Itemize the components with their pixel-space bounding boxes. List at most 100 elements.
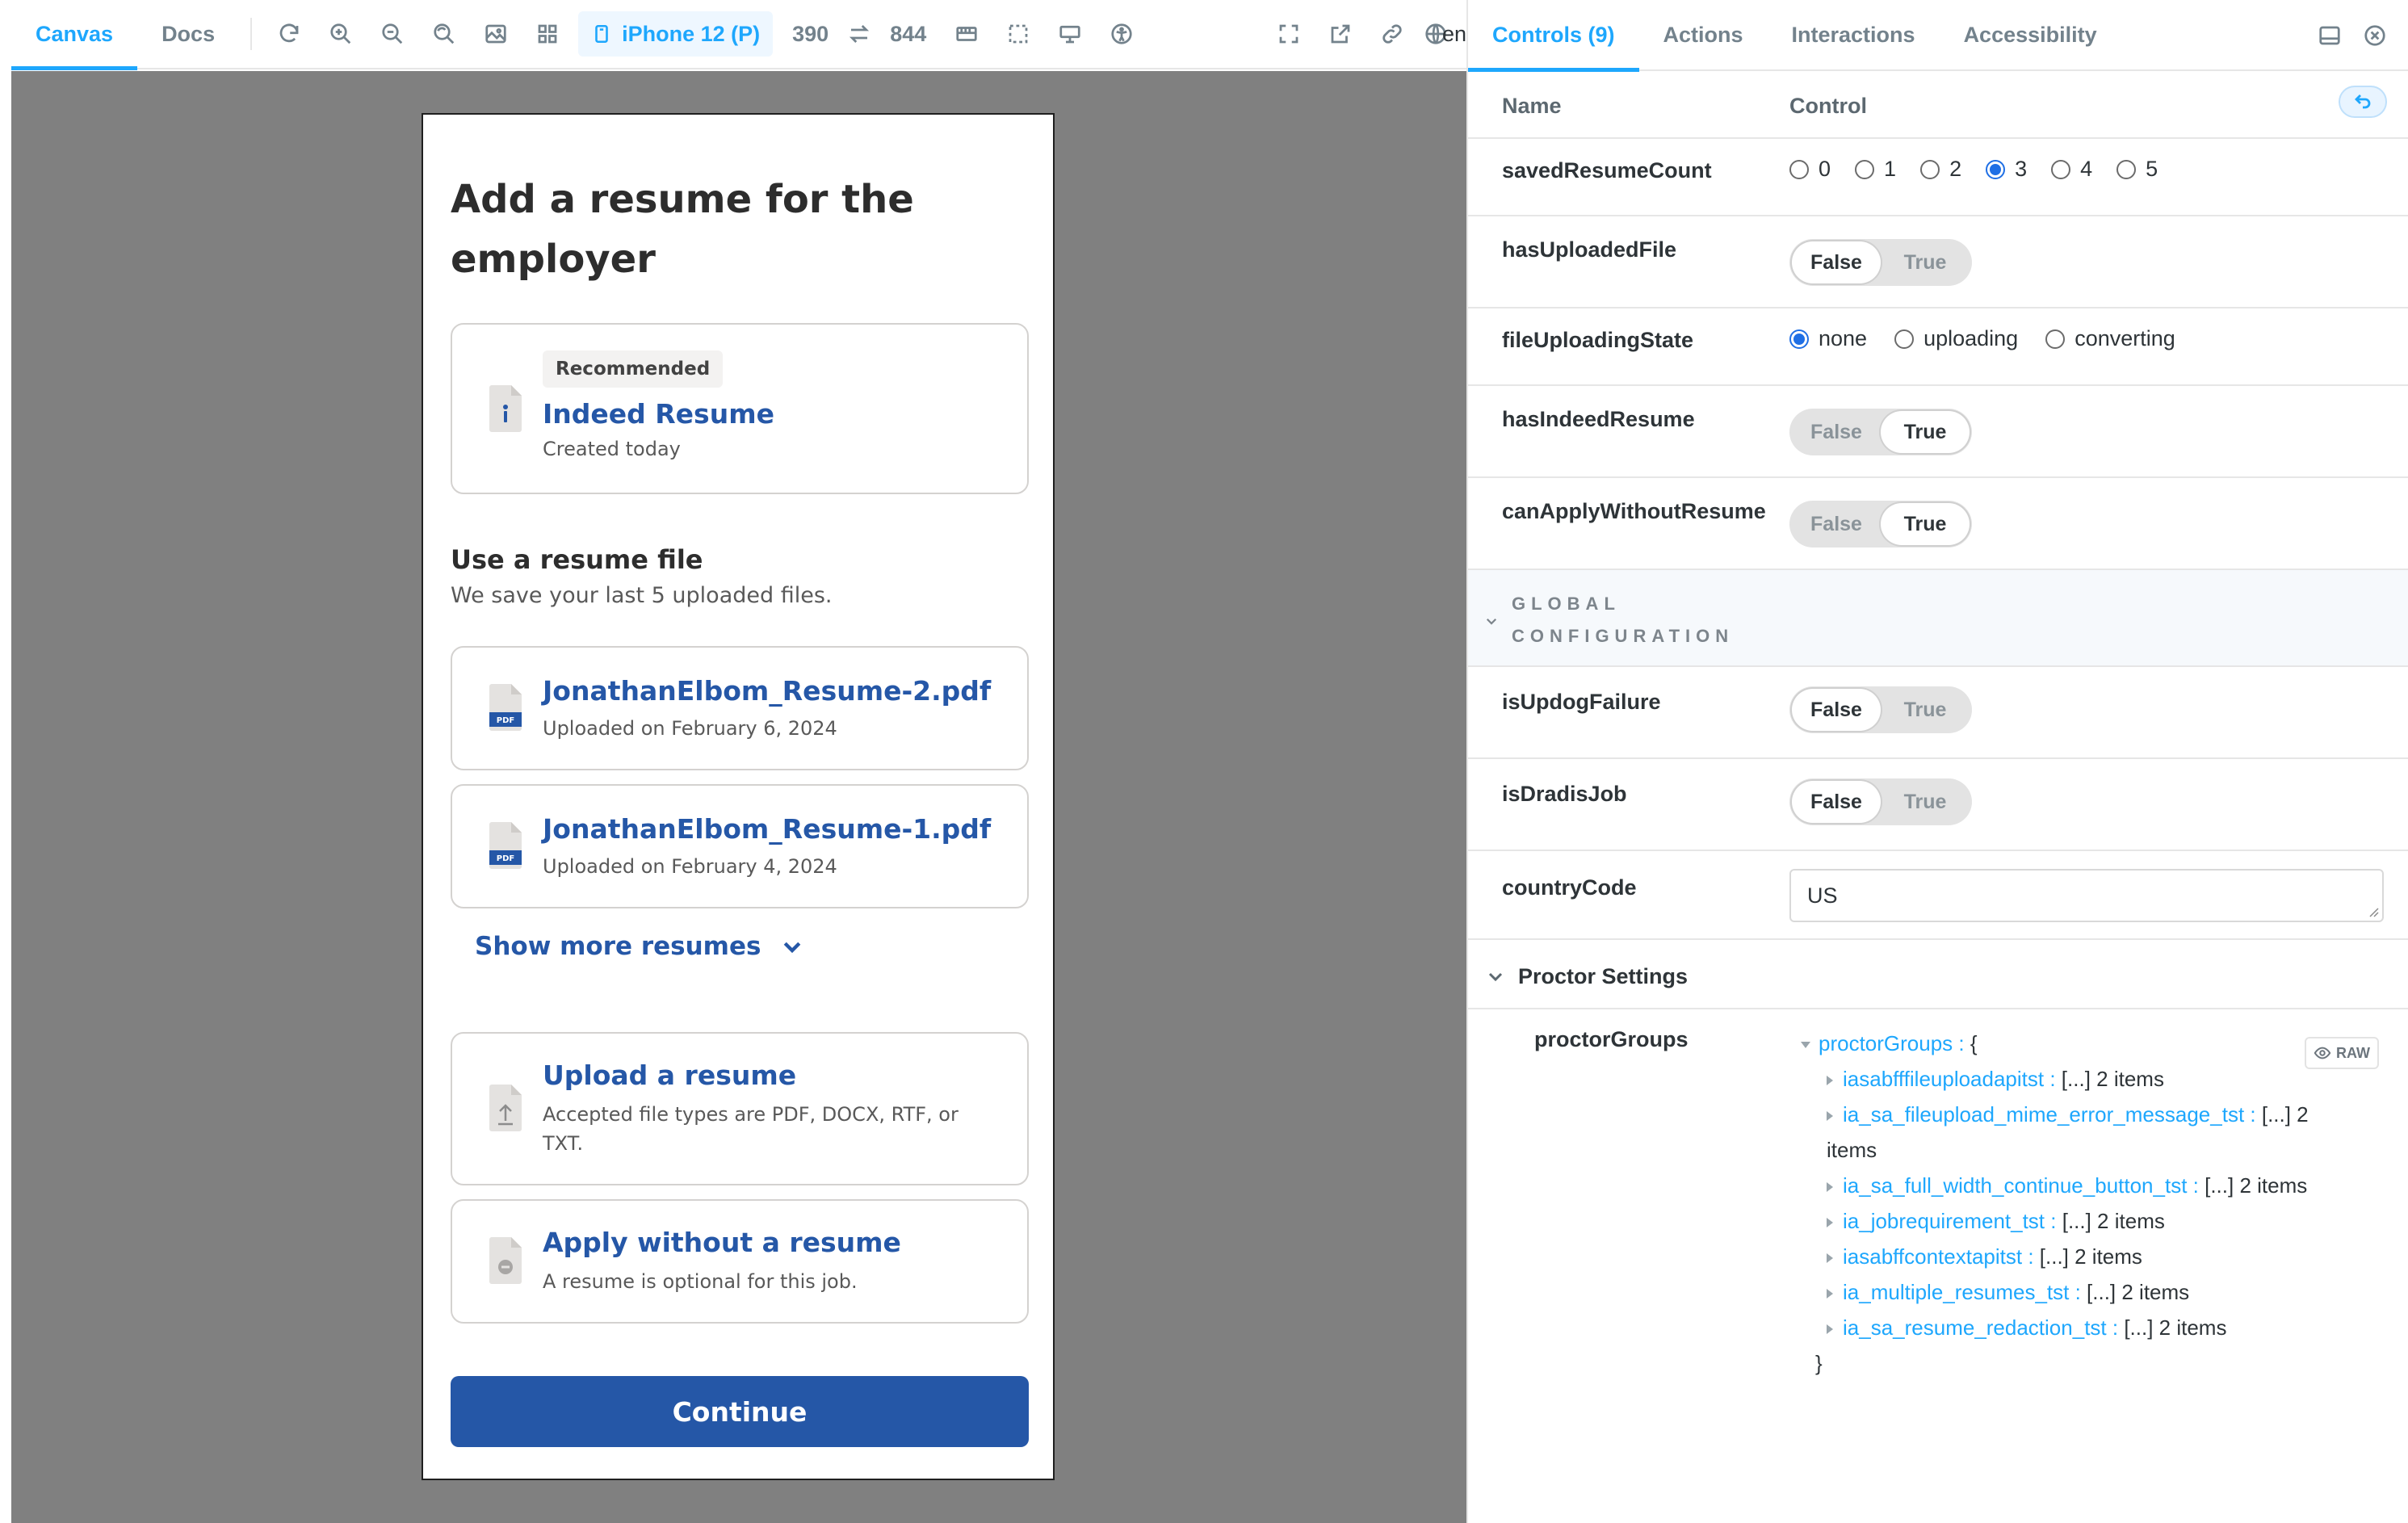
json-key[interactable]: ia_sa_fileupload_mime_error_message_tst [1843,1102,2244,1127]
radio-button[interactable] [2116,159,2137,179]
radio-button[interactable] [1894,329,1915,349]
toggle-false[interactable]: False [1792,781,1881,823]
show-more-resumes-button[interactable]: Show more resumes [475,932,804,961]
json-key[interactable]: ia_jobrequirement_tst [1843,1209,2045,1233]
close-panel-icon[interactable] [2363,23,2387,48]
resume-file-card[interactable]: PDF JonathanElbom_Resume-1.pdf Uploaded … [451,784,1029,908]
tab-interactions[interactable]: Interactions [1768,0,1940,70]
tab-canvas[interactable]: Canvas [11,0,138,70]
json-entry[interactable]: ia_sa_full_width_continue_button_tst : [… [1801,1168,2366,1203]
upload-resume-card[interactable]: Upload a resume Accepted file types are … [451,1032,1029,1185]
rotate-viewport-icon[interactable] [843,0,875,69]
isDradisJob-toggle[interactable]: False True [1789,778,1972,825]
locale-label[interactable]: en [1442,22,1466,47]
radio-option[interactable]: 1 [1855,157,1896,182]
json-key[interactable]: iasabffcontextapitst [1843,1244,2022,1269]
toggle-false[interactable]: False [1792,411,1881,453]
toggle-true[interactable]: True [1881,781,1970,823]
open-new-tab-icon[interactable] [1315,0,1366,69]
expand-caret-icon[interactable] [1827,1218,1833,1228]
viewport-height[interactable]: 844 [875,22,941,47]
toggle-true[interactable]: True [1881,411,1970,453]
global-configuration-section[interactable]: GLOBAL CONFIGURATION [1468,570,2408,667]
expand-caret-icon[interactable] [1827,1253,1833,1264]
json-entry[interactable]: ia_sa_resume_redaction_tst : [...] 2 ite… [1801,1310,2366,1345]
radio-button-selected[interactable] [1986,159,2006,179]
toggle-false[interactable]: False [1792,689,1881,731]
radio-option[interactable]: 5 [2116,157,2158,182]
background-icon[interactable] [470,0,522,69]
accessibility-icon[interactable] [1096,0,1147,69]
tab-actions[interactable]: Actions [1639,0,1768,70]
apply-without-resume-card[interactable]: Apply without a resume A resume is optio… [451,1199,1029,1324]
resume-file-card[interactable]: PDF JonathanElbom_Resume-2.pdf Uploaded … [451,646,1029,770]
expand-caret-icon[interactable] [1827,1324,1833,1335]
resize-handle-icon[interactable] [2368,906,2379,917]
json-root[interactable]: proctorGroups : { [1801,1026,2366,1061]
json-key[interactable]: iasabfffileuploadapitst [1843,1067,2044,1091]
toggle-false[interactable]: False [1792,241,1881,283]
radio-button[interactable] [1789,159,1809,179]
continue-button[interactable]: Continue [451,1376,1029,1447]
proctorGroups-json-editor[interactable]: proctorGroups : { iasabfffileuploadapits… [1801,1026,2366,1381]
outline-icon[interactable] [992,0,1044,69]
radio-option[interactable]: 2 [1920,157,1961,182]
zoom-in-icon[interactable] [315,0,367,69]
indeed-resume-card[interactable]: Recommended Indeed Resume Created today [451,323,1029,494]
expand-caret-icon[interactable] [1827,1182,1833,1193]
expand-caret-icon[interactable] [1827,1289,1833,1299]
tab-accessibility[interactable]: Accessibility [1940,0,2121,70]
json-entry[interactable]: ia_sa_fileupload_mime_error_message_tst … [1801,1097,2334,1168]
resume-file-name[interactable]: JonathanElbom_Resume-2.pdf [543,675,991,707]
measure-icon[interactable] [941,0,992,69]
json-entry[interactable]: ia_multiple_resumes_tst : [...] 2 items [1801,1274,2366,1310]
json-key[interactable]: ia_sa_resume_redaction_tst [1843,1315,2107,1340]
apply-without-resume-title[interactable]: Apply without a resume [543,1227,901,1258]
collapse-caret-icon[interactable] [1801,1042,1810,1049]
radio-option[interactable]: 3 [1986,157,2027,182]
radio-option[interactable]: converting [2045,326,2175,351]
hasIndeedResume-toggle[interactable]: False True [1789,409,1972,455]
toggle-true[interactable]: True [1881,241,1970,283]
radio-option[interactable]: uploading [1894,326,2018,351]
hasUploadedFile-toggle[interactable]: False True [1789,239,1972,286]
panel-orientation-icon[interactable] [2318,23,2342,48]
zoom-out-icon[interactable] [367,0,418,69]
viewport-select[interactable]: iPhone 12 (P) [578,11,774,57]
reset-controls-button[interactable] [2339,86,2387,118]
expand-caret-icon[interactable] [1827,1111,1833,1122]
reload-icon[interactable] [263,0,315,69]
radio-button[interactable] [2045,329,2066,349]
json-key[interactable]: ia_sa_full_width_continue_button_tst [1843,1173,2187,1198]
radio-button[interactable] [2051,159,2071,179]
json-entry[interactable]: iasabffcontextapitst : [...] 2 items [1801,1239,2366,1274]
radio-option[interactable]: 0 [1789,157,1831,182]
radio-option[interactable]: none [1789,326,1867,351]
json-entry[interactable]: iasabfffileuploadapitst : [...] 2 items [1801,1061,2366,1097]
isUpdogFailure-toggle[interactable]: False True [1789,686,1972,733]
copy-link-icon[interactable] [1366,0,1418,69]
proctor-settings-section[interactable]: Proctor Settings [1468,940,2408,1009]
viewport-width[interactable]: 390 [778,22,843,47]
radio-button-selected[interactable] [1789,329,1809,349]
indeed-resume-title[interactable]: Indeed Resume [543,398,774,430]
upload-resume-title[interactable]: Upload a resume [543,1059,796,1091]
countryCode-input[interactable]: US [1789,869,2384,922]
radio-option[interactable]: 4 [2051,157,2092,182]
toggle-true[interactable]: True [1881,503,1970,545]
tab-docs[interactable]: Docs [137,0,239,69]
canApplyWithoutResume-toggle[interactable]: False True [1789,501,1972,548]
tab-controls[interactable]: Controls (9) [1468,0,1639,72]
json-key[interactable]: ia_multiple_resumes_tst [1843,1280,2069,1304]
toggle-true[interactable]: True [1881,689,1970,731]
resume-file-name[interactable]: JonathanElbom_Resume-1.pdf [543,813,991,845]
json-key[interactable]: proctorGroups [1819,1031,1953,1055]
fullscreen-icon[interactable] [1263,0,1315,69]
expand-caret-icon[interactable] [1827,1076,1833,1086]
presentation-icon[interactable] [1044,0,1096,69]
radio-button[interactable] [1855,159,1875,179]
json-entry[interactable]: ia_jobrequirement_tst : [...] 2 items [1801,1203,2366,1239]
toggle-false[interactable]: False [1792,503,1881,545]
radio-button[interactable] [1920,159,1940,179]
grid-icon[interactable] [522,0,573,69]
